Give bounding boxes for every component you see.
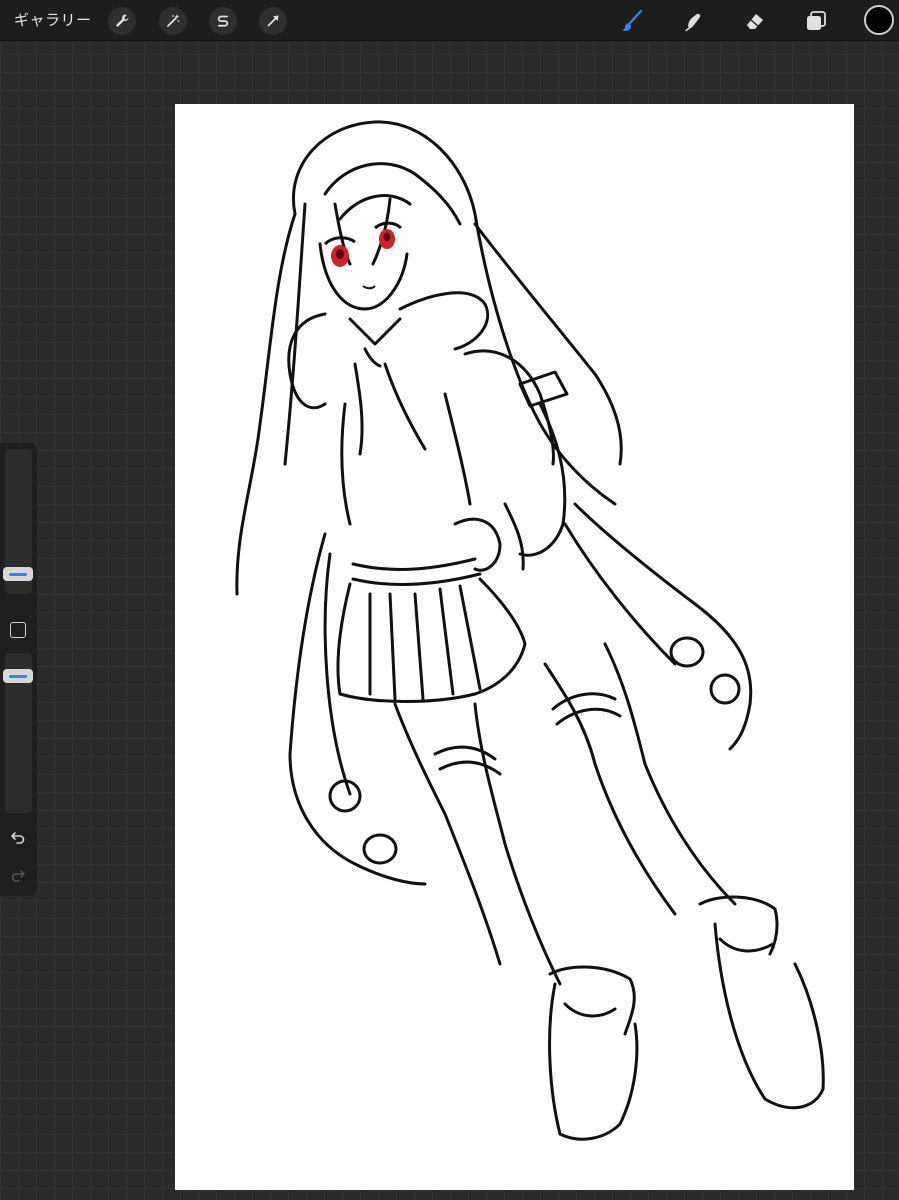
drawing-canvas[interactable] — [175, 104, 854, 1190]
color-swatch[interactable] — [864, 5, 894, 35]
smudge-icon[interactable] — [678, 6, 708, 36]
modify-button[interactable] — [10, 622, 26, 638]
wrench-icon[interactable] — [108, 7, 136, 35]
arrow-cursor-icon[interactable] — [259, 7, 287, 35]
layers-icon[interactable] — [801, 6, 831, 36]
brush-size-slider[interactable] — [3, 449, 33, 594]
opacity-slider[interactable] — [3, 653, 33, 813]
anime-girl-sketch — [235, 120, 825, 1141]
left-sidebar — [0, 443, 37, 896]
opacity-thumb[interactable] — [3, 669, 33, 683]
brush-size-thumb[interactable] — [3, 567, 33, 581]
undo-icon[interactable] — [8, 827, 28, 847]
magic-wand-icon[interactable] — [159, 7, 187, 35]
redo-icon[interactable] — [8, 865, 28, 885]
gallery-button[interactable]: ギャラリー — [14, 9, 92, 31]
top-toolbar: ギャラリー — [0, 0, 899, 41]
brush-icon[interactable] — [617, 6, 647, 36]
selection-s-icon[interactable] — [209, 7, 237, 35]
eraser-icon[interactable] — [740, 6, 770, 36]
eyes — [323, 221, 403, 267]
